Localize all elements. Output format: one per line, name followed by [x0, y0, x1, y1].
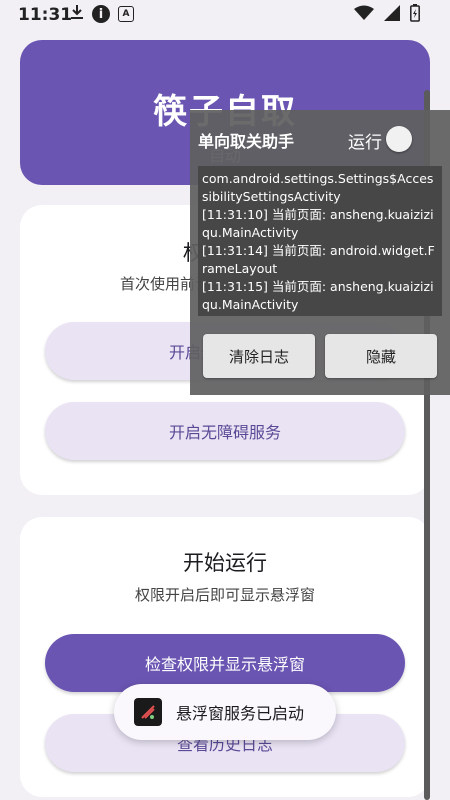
toast-text: 悬浮窗服务已启动 [176, 704, 305, 723]
floating-window-title: 单向取关助手 [198, 132, 295, 151]
wifi-icon [354, 5, 374, 26]
status-time: 11:31 [18, 5, 73, 25]
run-card-description: 权限开启后即可显示悬浮窗 [134, 586, 315, 604]
log-line: [11:31:10] 当前页面: ansheng.kuaiziziqu.Main… [202, 207, 434, 240]
toast: 悬浮窗服务已启动 [114, 684, 336, 740]
download-icon [70, 4, 84, 24]
status-right-icons [354, 4, 420, 27]
log-line: [11:31:14] 当前页面: android.widget.FrameLay… [202, 243, 435, 276]
info-icon: i [92, 5, 110, 23]
run-toggle[interactable] [386, 126, 412, 152]
log-panel[interactable]: com.android.settings.Settings$Accessibil… [198, 166, 442, 316]
log-line: com.android.settings.Settings$Accessibil… [202, 171, 434, 204]
clear-log-button[interactable]: 清除日志 [203, 334, 315, 378]
status-left-icons: i A [70, 4, 134, 24]
status-bar: 11:31 i A [0, 0, 450, 30]
log-line: [11:31:15] 当前页面: ansheng.kuaiziziqu.Main… [202, 279, 434, 312]
notification-a-icon: A [118, 6, 134, 22]
battery-charging-icon [410, 4, 420, 27]
signal-icon [384, 5, 400, 26]
run-card-title: 开始运行 [183, 551, 267, 575]
floating-window[interactable]: 单向取关助手 运行 com.android.settings.Settings$… [190, 110, 450, 395]
run-card: 开始运行 权限开启后即可显示悬浮窗 检查权限并显示悬浮窗 查看历史日志 [20, 517, 430, 797]
app-icon [134, 698, 162, 726]
run-label: 运行 [348, 133, 382, 153]
hide-button[interactable]: 隐藏 [325, 334, 437, 378]
enable-accessibility-service-button[interactable]: 开启无障碍服务 [45, 402, 405, 460]
